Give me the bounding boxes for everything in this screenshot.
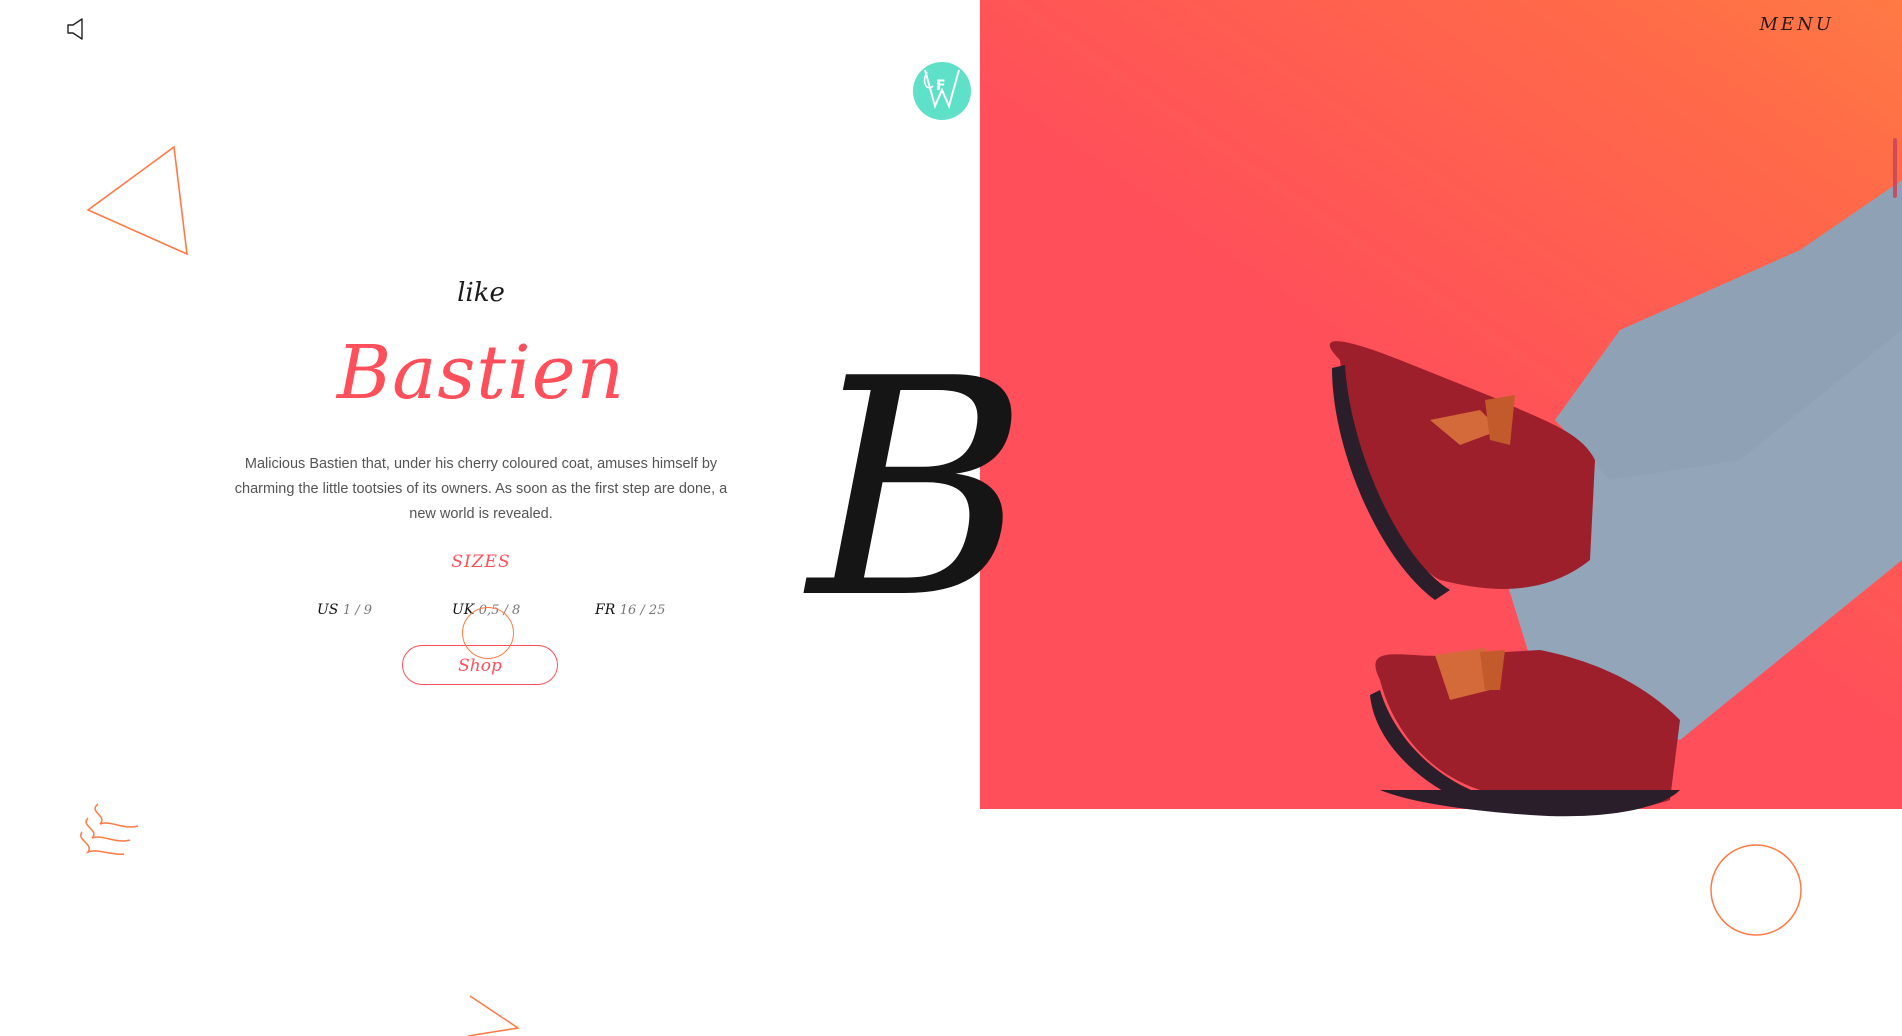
product-photo <box>1329 180 1902 809</box>
product-title: Bastien <box>336 330 626 416</box>
sound-toggle-button[interactable] <box>64 16 90 42</box>
intro-word: like <box>457 278 505 308</box>
size-value: 16 / 25 <box>619 603 666 618</box>
speaker-icon <box>67 18 83 40</box>
shop-button[interactable]: Shop <box>402 645 558 685</box>
size-fr: FR 16 / 25 <box>595 602 665 618</box>
size-system: UK <box>452 602 475 618</box>
size-value: 0,5 / 8 <box>478 603 521 618</box>
size-uk: UK 0,5 / 8 <box>452 602 520 618</box>
size-value: 1 / 9 <box>342 603 373 618</box>
waves-decoration-icon <box>80 803 139 856</box>
size-system: US <box>317 602 339 618</box>
scrollbar-thumb[interactable] <box>1893 138 1897 198</box>
shoe-upper <box>1329 341 1595 589</box>
size-system: FR <box>595 602 616 618</box>
logo-letter: F <box>936 78 946 94</box>
hero-image-panel <box>980 0 1902 809</box>
brand-logo[interactable]: F <box>913 62 971 120</box>
circle-decoration-icon <box>1710 844 1802 936</box>
product-description: Malicious Bastien that, under his cherry… <box>234 456 728 522</box>
triangle-decoration-icon <box>86 145 188 256</box>
menu-button[interactable]: MENU <box>1760 14 1835 35</box>
size-us: US 1 / 9 <box>317 602 372 618</box>
sizes-heading: SIZES <box>451 552 511 572</box>
triangle-small-decoration-icon <box>467 995 521 1036</box>
